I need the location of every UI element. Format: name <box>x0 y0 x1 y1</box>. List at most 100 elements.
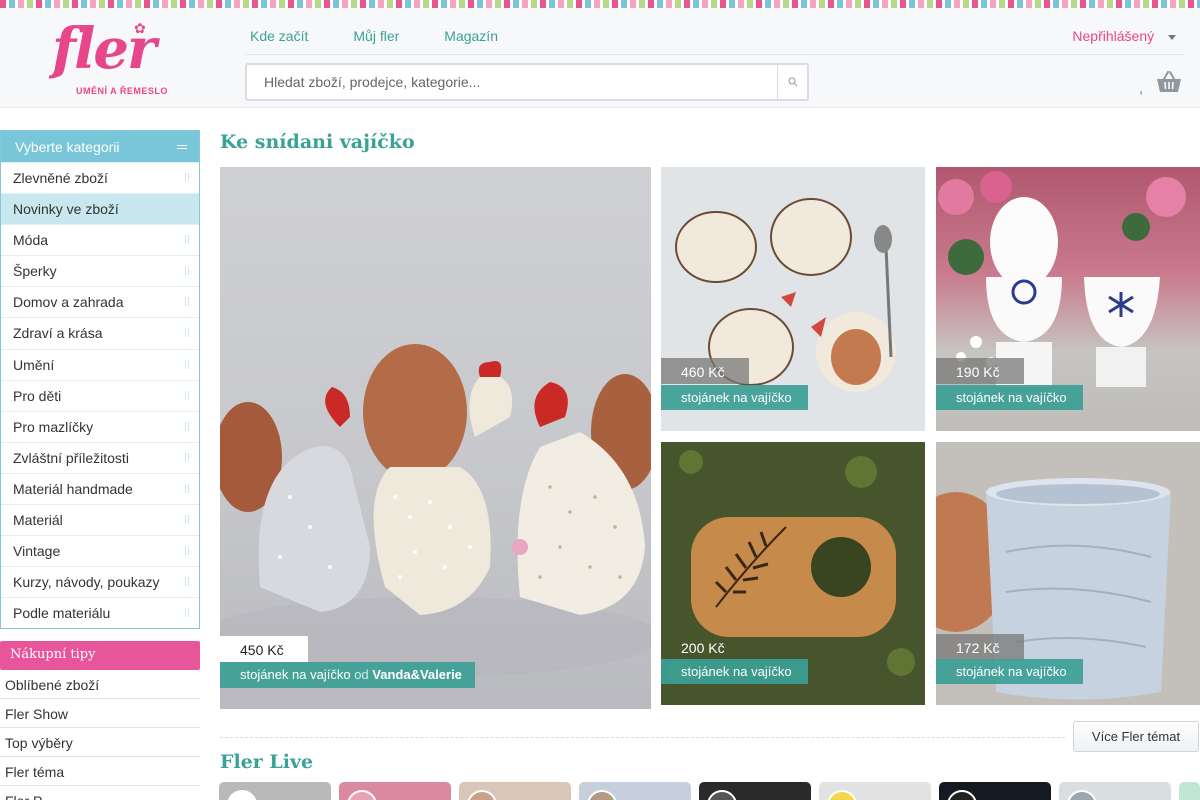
category-label: Podle materiálu <box>13 605 111 622</box>
chevron-right-icon <box>185 266 189 276</box>
product-tile-large[interactable]: 450 Kč stojánek na vajíčko od Vanda&Vale… <box>220 167 651 709</box>
basket-button[interactable] <box>1156 70 1182 94</box>
category-item[interactable]: Materiál <box>1 504 199 535</box>
search-button[interactable] <box>777 65 807 99</box>
avatar <box>587 790 617 800</box>
live-card[interactable] <box>1179 782 1200 800</box>
product-label[interactable]: stojánek na vajíčko <box>936 385 1083 410</box>
category-item[interactable]: Pro mazlíčky <box>1 410 199 442</box>
tip-item[interactable]: Fler P... <box>0 786 200 800</box>
avatar <box>467 790 497 800</box>
live-card[interactable] <box>219 782 331 800</box>
top-decorative-stripe <box>0 0 1200 8</box>
chevron-right-icon <box>185 546 189 556</box>
search-input[interactable] <box>247 65 777 99</box>
product-tile[interactable]: 172 Kč stojánek na vajíčko <box>936 442 1200 705</box>
avatar <box>947 790 977 800</box>
live-card[interactable] <box>579 782 691 800</box>
category-label: Zdraví a krása <box>13 325 103 342</box>
category-label: Kurzy, návody, poukazy <box>13 574 160 591</box>
product-seller[interactable]: Vanda&Valerie <box>372 667 462 682</box>
user-menu[interactable]: Nepřihlášený <box>1072 28 1176 44</box>
category-item[interactable]: Domov a zahrada <box>1 286 199 317</box>
avatar <box>347 790 377 800</box>
chevron-right-icon <box>185 515 189 525</box>
tip-item[interactable]: Fler téma <box>0 757 200 786</box>
category-item[interactable]: Zdraví a krása <box>1 317 199 348</box>
product-price: 460 Kč <box>661 358 749 384</box>
category-item[interactable]: Pro děti <box>1 379 199 411</box>
more-fler-topics-button[interactable]: Více Fler témat <box>1073 721 1199 752</box>
category-item[interactable]: Materiál handmade <box>1 472 199 504</box>
category-item[interactable]: Umění <box>1 348 199 380</box>
category-label: Pro mazlíčky <box>13 418 94 435</box>
category-label: Novinky ve zboží <box>13 201 119 218</box>
avatar <box>1067 790 1097 800</box>
product-price: 190 Kč <box>936 358 1024 384</box>
category-label: Vintage <box>13 543 61 560</box>
category-menu-title: Vyberte kategorii <box>15 139 120 155</box>
category-label: Pro děti <box>13 387 62 404</box>
category-label: Materiál <box>13 512 63 529</box>
category-item[interactable]: Zvláštní příležitosti <box>1 441 199 473</box>
product-label[interactable]: stojánek na vajíčko od Vanda&Valerie <box>220 662 475 688</box>
nav-muj-fler[interactable]: Můj fler <box>353 28 399 44</box>
nav-kde-zacit[interactable]: Kde začít <box>250 28 308 44</box>
nav-divider <box>245 54 1185 55</box>
product-name: stojánek na vajíčko <box>681 390 792 405</box>
category-item[interactable]: Kurzy, návody, poukazy <box>1 566 199 597</box>
tip-item[interactable]: Top výběry <box>0 728 200 757</box>
category-label: Domov a zahrada <box>13 294 124 311</box>
live-card[interactable] <box>1059 782 1171 800</box>
chevron-right-icon <box>185 297 189 307</box>
shopping-tips: Nákupní tipy Oblíbené zboží Fler Show To… <box>0 641 200 800</box>
live-card[interactable] <box>699 782 811 800</box>
logo-tagline: UMĚNÍ A ŘEMESLO <box>76 86 168 96</box>
live-card[interactable] <box>939 782 1051 800</box>
chevron-right-icon <box>185 390 189 400</box>
live-card[interactable] <box>459 782 571 800</box>
category-item[interactable]: Zlevněné zboží <box>1 162 199 193</box>
tip-item[interactable]: Oblíbené zboží <box>0 670 200 699</box>
section-title: Ke snídani vajíčko <box>220 131 415 153</box>
product-name: stojánek na vajíčko <box>956 390 1067 405</box>
shopping-tips-list: Oblíbené zboží Fler Show Top výběry Fler… <box>0 670 200 800</box>
category-item[interactable]: Šperky <box>1 255 199 286</box>
category-menu-header[interactable]: Vyberte kategorii <box>1 131 199 162</box>
user-status: Nepřihlášený <box>1072 28 1155 44</box>
product-label[interactable]: stojánek na vajíčko <box>661 385 808 410</box>
category-label: Šperky <box>13 263 57 280</box>
category-item-active[interactable]: Novinky ve zboží <box>1 193 199 225</box>
basket-icon <box>1157 71 1181 92</box>
category-item[interactable]: Móda <box>1 224 199 255</box>
fler-live-title: Fler Live <box>220 751 314 773</box>
search-bar <box>245 63 809 101</box>
search-icon <box>787 77 798 87</box>
basket-separator: , <box>1139 80 1143 96</box>
product-price: 172 Kč <box>936 634 1024 660</box>
category-label: Umění <box>13 356 55 373</box>
chevron-right-icon <box>185 235 189 245</box>
product-tile[interactable]: 200 Kč stojánek na vajíčko <box>661 442 925 705</box>
product-price: 450 Kč <box>220 636 308 662</box>
category-label: Zlevněné zboží <box>13 170 108 186</box>
product-tile[interactable]: 190 Kč stojánek na vajíčko <box>936 167 1200 431</box>
live-card[interactable] <box>339 782 451 800</box>
fler-logo[interactable]: fler ✿ UMĚNÍ A ŘEMESLO <box>50 16 180 102</box>
chevron-right-icon <box>185 359 189 369</box>
tip-item[interactable]: Fler Show <box>0 699 200 728</box>
product-label[interactable]: stojánek na vajíčko <box>936 659 1083 684</box>
nav-magazin[interactable]: Magazín <box>444 28 498 44</box>
product-by: od <box>354 667 369 682</box>
product-image <box>220 344 651 677</box>
category-item[interactable]: Podle materiálu <box>1 597 199 628</box>
live-card[interactable] <box>819 782 931 800</box>
chevron-right-icon <box>185 328 189 338</box>
section-divider <box>220 737 1065 738</box>
category-item[interactable]: Vintage <box>1 535 199 566</box>
product-label[interactable]: stojánek na vajíčko <box>661 659 808 684</box>
collapse-icon[interactable] <box>177 145 187 149</box>
product-name: stojánek na vajíčko <box>240 667 351 682</box>
product-tile[interactable]: 460 Kč stojánek na vajíčko <box>661 167 925 431</box>
chevron-right-icon <box>185 452 189 462</box>
